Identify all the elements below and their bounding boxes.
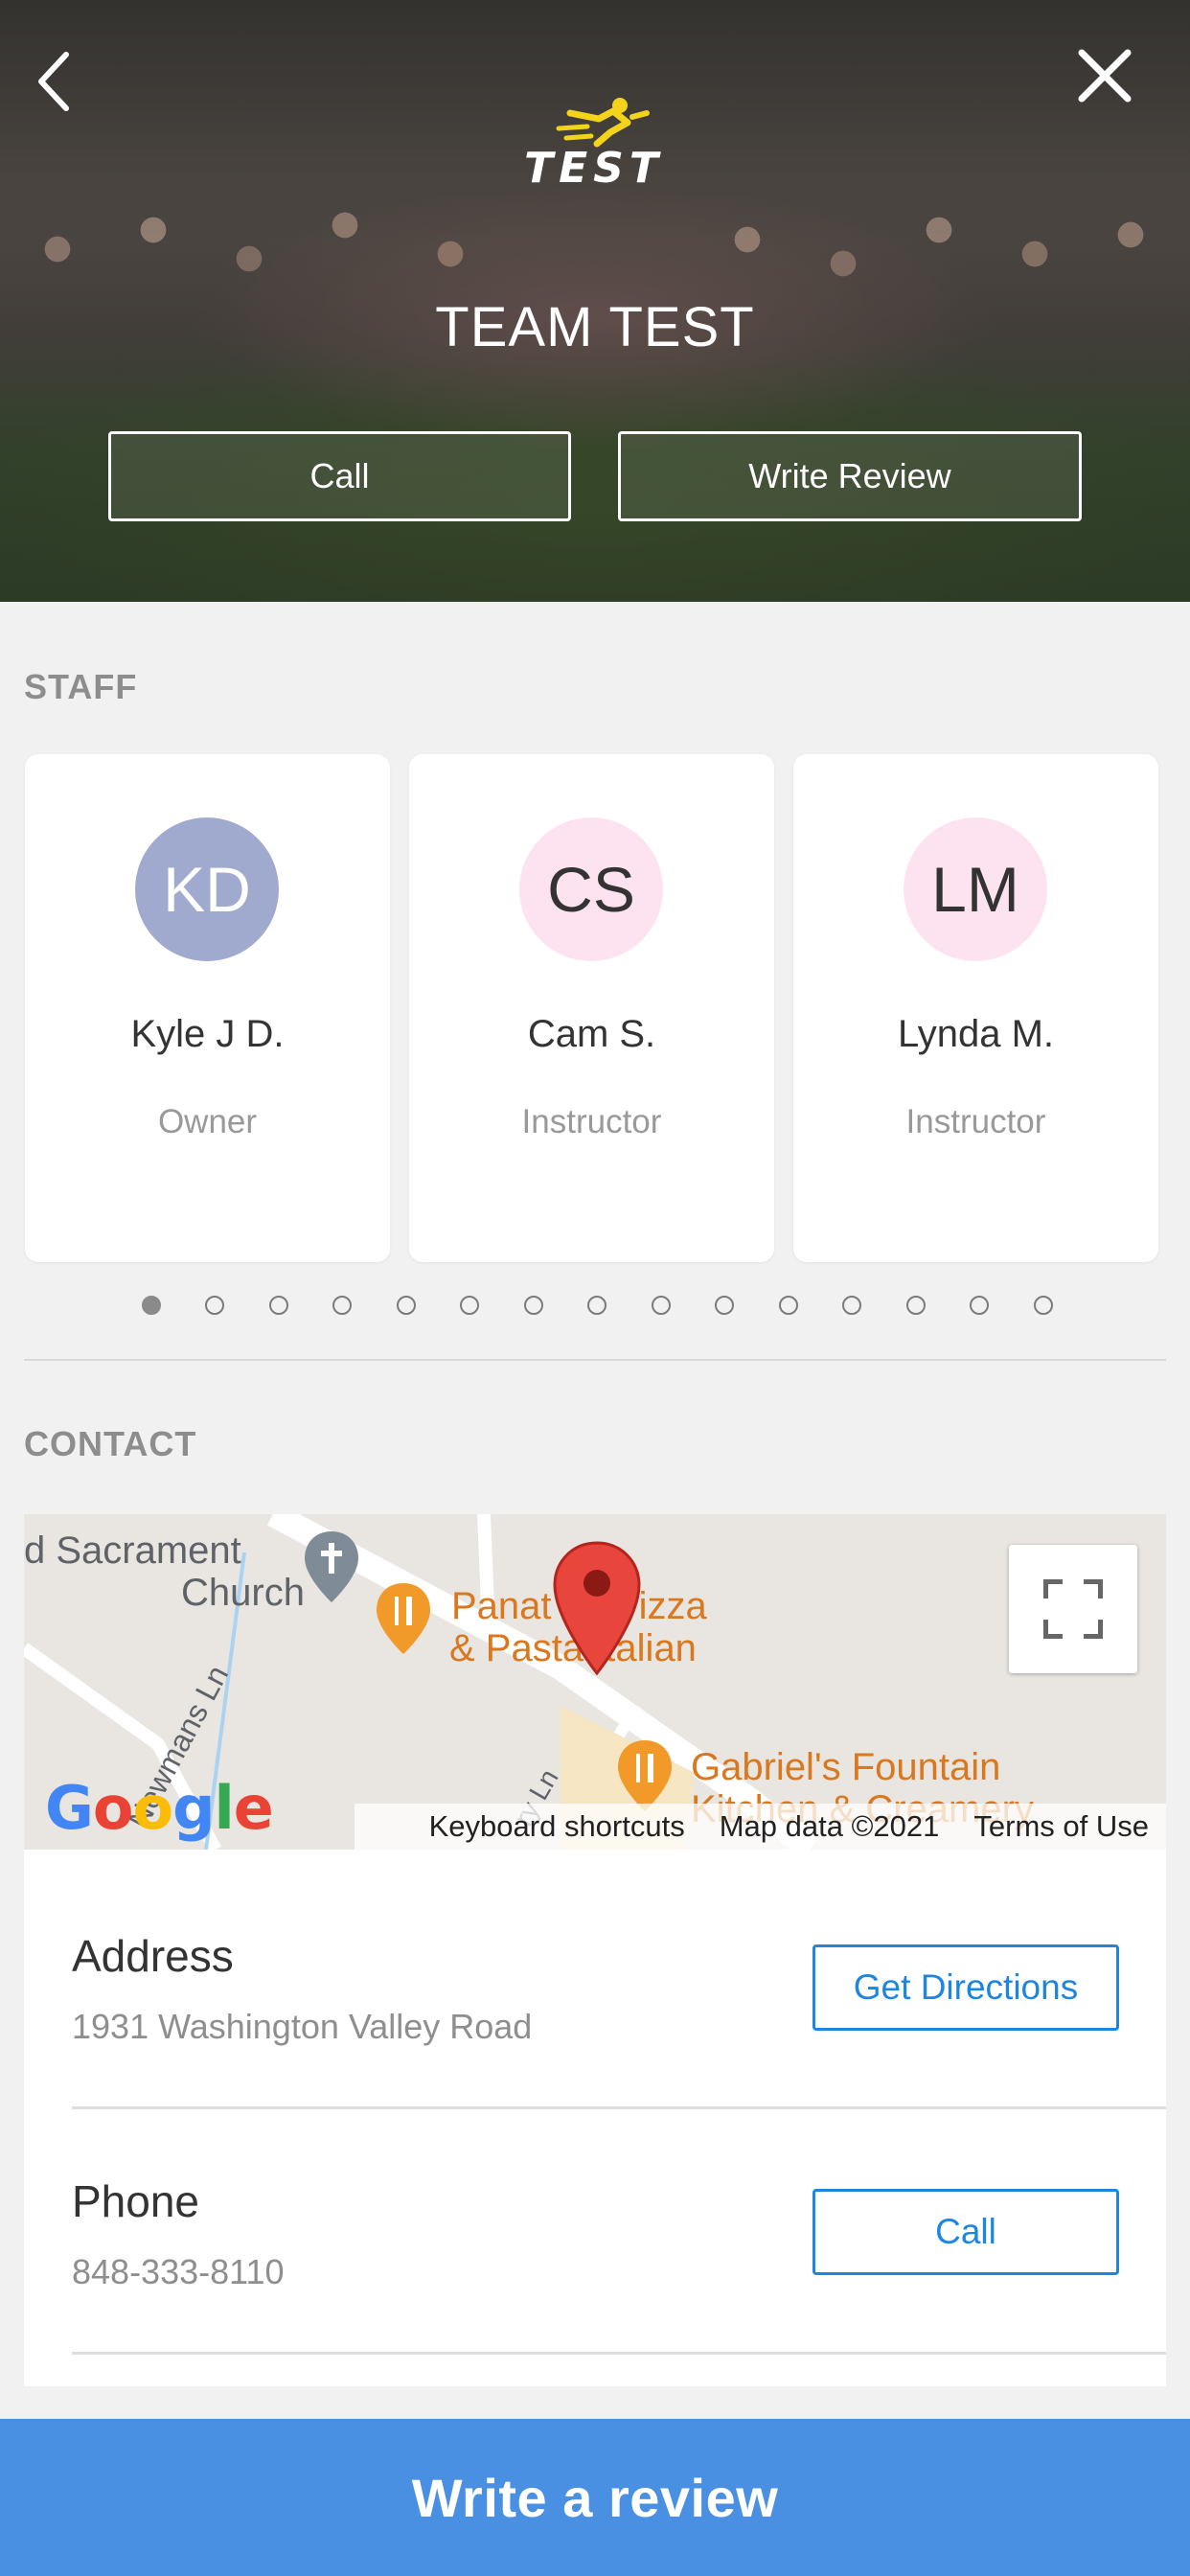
staff-name: Cam S. [527,1013,656,1055]
phone-label: Phone [72,2176,200,2226]
hero-call-button[interactable]: Call [108,431,571,521]
staff-card[interactable]: LM Lynda M. Instructor [793,754,1158,1262]
pagination-dot[interactable] [332,1296,352,1315]
location-map[interactable]: Newmans Ln ry Ln d Sacrament Church Pana… [24,1514,1166,1850]
google-logo: Google [45,1773,274,1843]
staff-card[interactable]: KD Kyle J D. Owner [25,754,390,1262]
pagination-dot[interactable] [715,1296,734,1315]
pagination-dot[interactable] [142,1296,161,1315]
brand-logo-text: TEST [524,144,664,193]
pagination-dot[interactable] [205,1296,224,1315]
map-label-church: d Sacrament Church [24,1530,305,1614]
terms-link[interactable]: Terms of Use [956,1809,1166,1844]
hero-write-review-button[interactable]: Write Review [618,431,1082,521]
address-value: 1931 Washington Valley Road [72,2007,533,2046]
map-attribution-bar: Keyboard shortcuts Map data ©2021 Terms … [355,1804,1166,1850]
pagination-dot[interactable] [587,1296,606,1315]
phone-value: 848-333-8110 [72,2252,285,2291]
contact-details: Address 1931 Washington Valley Road Get … [24,1850,1166,2386]
call-button[interactable]: Call [812,2189,1119,2275]
pagination-dot[interactable] [906,1296,926,1315]
staff-pagination [134,1296,1054,1319]
pagination-dot[interactable] [460,1296,479,1315]
location-pin-icon[interactable] [551,1541,643,1677]
runner-logo-icon [556,98,650,148]
fullscreen-icon[interactable] [1009,1545,1137,1673]
pagination-dot[interactable] [779,1296,798,1315]
keyboard-shortcuts-link[interactable]: Keyboard shortcuts [412,1809,702,1844]
staff-card[interactable]: CS Cam S. Instructor [409,754,774,1262]
pagination-dot[interactable] [1034,1296,1053,1315]
row-divider [72,2106,1166,2109]
get-directions-button[interactable]: Get Directions [812,1944,1119,2031]
row-divider [72,2352,1166,2355]
staff-role: Owner [157,1103,258,1140]
avatar: CS [519,817,663,961]
close-icon[interactable] [1062,33,1148,119]
staff-name: Lynda M. [897,1013,1055,1055]
pagination-dot[interactable] [970,1296,989,1315]
write-review-button[interactable]: Write a review [0,2419,1190,2576]
avatar: LM [904,817,1047,961]
map-data-text: Map data ©2021 [719,1809,940,1843]
pagination-dot[interactable] [524,1296,543,1315]
chevron-left-icon[interactable] [11,38,98,125]
church-pin-icon[interactable] [302,1530,361,1604]
restaurant-pin-icon[interactable] [615,1738,675,1813]
restaurant-pin-icon[interactable] [374,1581,433,1656]
contact-section-title: CONTACT [24,1424,197,1463]
address-label: Address [72,1931,234,1981]
brand-logo: TEST [503,94,685,193]
pagination-dot[interactable] [269,1296,288,1315]
gym-title: TEAM TEST [435,296,755,358]
staff-name: Kyle J D. [130,1013,285,1055]
section-divider [24,1359,1166,1361]
pagination-dot[interactable] [397,1296,416,1315]
pagination-dot[interactable] [652,1296,671,1315]
avatar: KD [135,817,279,961]
hero-banner: TEST TEAM TEST Call Write Review [0,0,1190,602]
staff-section-title: STAFF [24,667,138,706]
staff-role: Instructor [521,1103,662,1140]
staff-role: Instructor [905,1103,1046,1140]
pagination-dot[interactable] [842,1296,861,1315]
